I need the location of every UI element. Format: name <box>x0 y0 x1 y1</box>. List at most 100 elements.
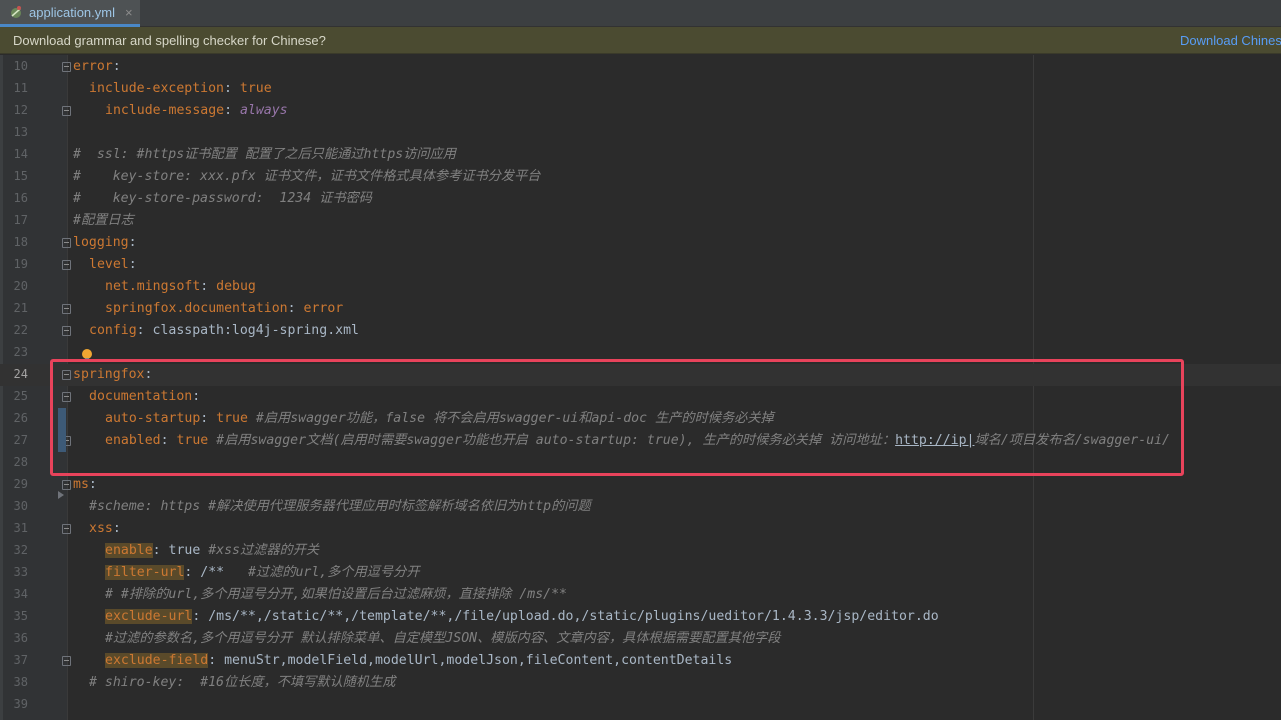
code-token: error <box>73 59 113 74</box>
lightbulb-icon[interactable] <box>82 349 92 361</box>
code-token: : true <box>152 543 209 558</box>
code-text: # shiro-key: #16位长度，不填写默认随机生成 <box>89 675 395 691</box>
fold-marker-icon[interactable] <box>62 524 71 534</box>
code-line[interactable]: 15 # key-store: xxx.pfx 证书文件，证书文件格式具体参考证书… <box>0 166 1281 188</box>
code-token: : <box>112 59 121 74</box>
fold-marker-icon[interactable] <box>62 656 71 666</box>
fold-marker-icon[interactable] <box>62 326 71 336</box>
code-line[interactable]: 33 filter-url: /** #过滤的url,多个用逗号分开 <box>0 562 1281 584</box>
code-text: ms: <box>73 477 97 493</box>
line-number: 15 <box>13 169 28 183</box>
line-number: 16 <box>13 191 28 205</box>
code-text: error: <box>73 59 121 75</box>
code-text: # key-store: xxx.pfx 证书文件，证书文件格式具体参考证书分发… <box>73 169 541 185</box>
fold-marker-icon[interactable] <box>62 260 71 270</box>
notification-banner: Download grammar and spelling checker fo… <box>0 27 1281 54</box>
code-token: #配置日志 <box>73 213 134 228</box>
code-text: include-exception: true <box>89 81 272 97</box>
code-line[interactable]: 39 <box>0 694 1281 716</box>
code-line[interactable]: 21 springfox.documentation: error <box>0 298 1281 320</box>
code-line[interactable]: 31 xss: <box>0 518 1281 540</box>
download-link[interactable]: Download Chines <box>1180 33 1281 48</box>
fold-marker-icon[interactable] <box>62 62 71 72</box>
line-number: 34 <box>13 587 28 601</box>
code-token: filter-url <box>105 565 185 580</box>
code-token: #过滤的url,多个用逗号分开 <box>247 565 420 580</box>
code-line[interactable]: 35 exclude-url: /ms/**,/static/**,/templa… <box>0 606 1281 628</box>
code-line[interactable]: 30 #scheme: https #解决使用代理服务器代理应用时标签解析域名依旧… <box>0 496 1281 518</box>
code-line[interactable]: 10 error: <box>0 56 1281 78</box>
code-text: springfox.documentation: error <box>105 301 343 317</box>
code-text: # #排除的url,多个用逗号分开,如果怕设置后台过滤麻烦，直接排除 /ms/*… <box>105 587 567 603</box>
code-line[interactable]: 20 net.mingsoft: debug <box>0 276 1281 298</box>
code-text: net.mingsoft: debug <box>105 279 256 295</box>
code-line[interactable]: 32 enable: true #xss过滤器的开关 <box>0 540 1281 562</box>
code-line[interactable]: 13 <box>0 122 1281 144</box>
code-line[interactable]: 22 config: classpath:log4j-spring.xml <box>0 320 1281 342</box>
code-token: #过滤的参数名,多个用逗号分开 默认排除菜单、自定模型JSON、模版内容、文章内… <box>105 631 781 646</box>
code-line[interactable]: 17 #配置日志 <box>0 210 1281 232</box>
code-token: # key-store: xxx.pfx 证书文件，证书文件格式具体参考证书分发… <box>73 169 541 184</box>
annotation-highlight-box <box>50 359 1184 476</box>
code-token: : <box>128 257 137 272</box>
line-number: 18 <box>13 235 28 249</box>
code-token: true <box>239 81 272 96</box>
line-number: 22 <box>13 323 28 337</box>
line-number: 14 <box>13 147 28 161</box>
code-text: filter-url: /** #过滤的url,多个用逗号分开 <box>105 565 420 581</box>
code-text: include-message: always <box>105 103 288 119</box>
line-number: 19 <box>13 257 28 271</box>
code-text: # key-store-password: 1234 证书密码 <box>73 191 372 207</box>
code-text: level: <box>89 257 137 273</box>
fold-marker-icon[interactable] <box>62 480 71 490</box>
line-number: 13 <box>13 125 28 139</box>
code-line[interactable]: 14 # ssl: #https证书配置 配置了之后只能通过https访问应用 <box>0 144 1281 166</box>
line-number: 35 <box>13 609 28 623</box>
fold-marker-icon[interactable] <box>62 238 71 248</box>
line-number: 20 <box>13 279 28 293</box>
code-line[interactable]: 12 include-message: always <box>0 100 1281 122</box>
code-line[interactable]: 37 exclude-field: menuStr,modelField,mode… <box>0 650 1281 672</box>
line-number: 28 <box>13 455 28 469</box>
code-token: : menuStr,modelField,modelUrl,modelJson,… <box>208 653 733 668</box>
line-number: 12 <box>13 103 28 117</box>
code-token: net.mingsoft <box>105 279 201 294</box>
code-token: : <box>88 477 97 492</box>
fold-marker-icon[interactable] <box>62 106 71 116</box>
line-number: 27 <box>13 433 28 447</box>
code-line[interactable]: 11 include-exception: true <box>0 78 1281 100</box>
fold-arrow-icon[interactable] <box>58 491 64 499</box>
code-line[interactable]: 29 ms: <box>0 474 1281 496</box>
line-number: 30 <box>13 499 28 513</box>
editor-tab-bar: application.yml × <box>0 0 1281 27</box>
line-number: 21 <box>13 301 28 315</box>
code-token: : <box>200 279 217 294</box>
tab-application-yml[interactable]: application.yml × <box>0 0 140 27</box>
code-token: #xss过滤器的开关 <box>208 543 320 558</box>
code-token: : <box>223 81 240 96</box>
code-token: : <box>287 301 304 316</box>
code-token: include-message <box>105 103 225 118</box>
code-line[interactable]: 36 #过滤的参数名,多个用逗号分开 默认排除菜单、自定模型JSON、模版内容、文… <box>0 628 1281 650</box>
code-line[interactable]: 16 # key-store-password: 1234 证书密码 <box>0 188 1281 210</box>
code-token: # shiro-key: #16位长度，不填写默认随机生成 <box>89 675 396 690</box>
code-text: #配置日志 <box>73 213 134 229</box>
code-token: # ssl: #https证书配置 配置了之后只能通过https访问应用 <box>73 147 456 162</box>
close-icon[interactable]: × <box>125 5 133 20</box>
code-token: # #排除的url,多个用逗号分开,如果怕设置后台过滤麻烦，直接排除 /ms/*… <box>105 587 567 602</box>
code-line[interactable]: 34 # #排除的url,多个用逗号分开,如果怕设置后台过滤麻烦，直接排除 /ms… <box>0 584 1281 606</box>
code-token: : /ms/**,/static/**,/template/**,/file/u… <box>192 609 939 624</box>
code-token: : <box>128 235 137 250</box>
code-line[interactable]: 19 level: <box>0 254 1281 276</box>
line-number: 37 <box>13 653 28 667</box>
fold-marker-icon[interactable] <box>62 304 71 314</box>
code-token: config <box>89 323 137 338</box>
code-token: #scheme: https #解决使用代理服务器代理应用时标签解析域名依旧为h… <box>89 499 591 514</box>
line-number: 11 <box>13 81 28 95</box>
code-text: logging: <box>73 235 137 251</box>
tab-label: application.yml <box>29 4 115 20</box>
code-token: : <box>112 521 121 536</box>
code-line[interactable]: 18 logging: <box>0 232 1281 254</box>
code-token: : classpath:log4j-spring.xml <box>136 323 359 338</box>
code-line[interactable]: 38 # shiro-key: #16位长度，不填写默认随机生成 <box>0 672 1281 694</box>
